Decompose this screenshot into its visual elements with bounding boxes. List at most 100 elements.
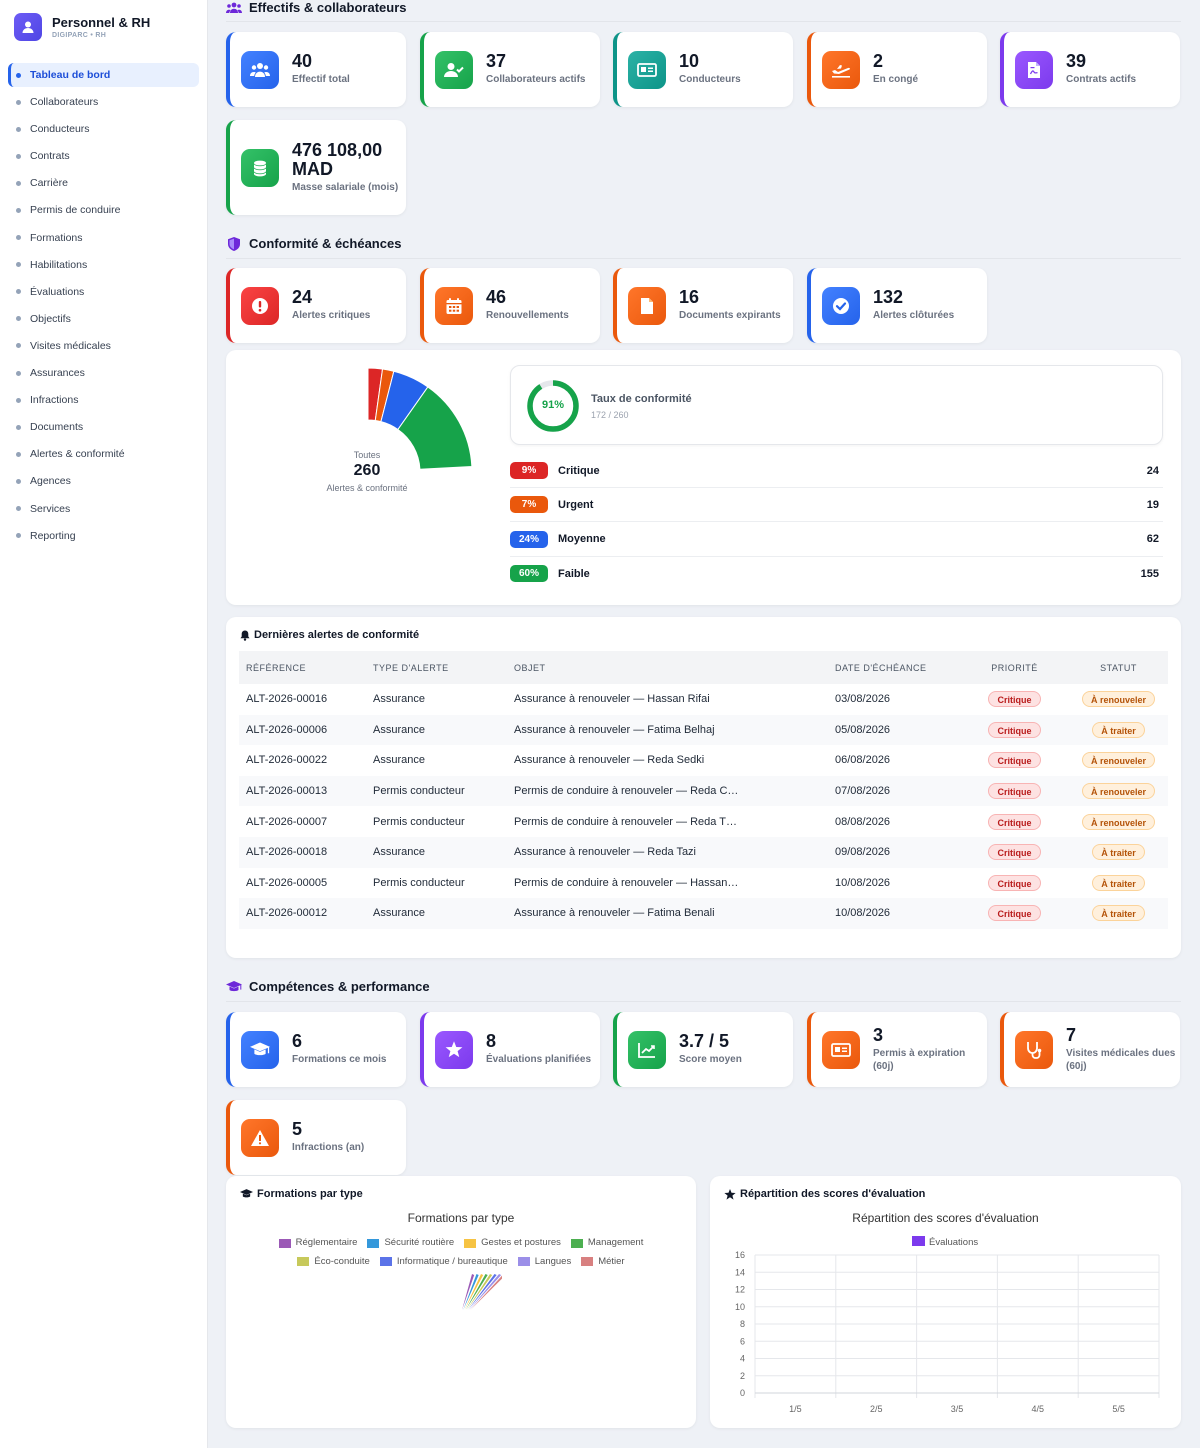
sidebar-item-objectifs[interactable]: Objectifs [8,307,199,331]
priority-badge: Critique [988,783,1041,800]
legend-label: Gestes et postures [481,1237,561,1248]
kpi-card[interactable]: 39 Contrats actifs [1000,32,1180,107]
x-tick-label: 4/5 [1032,1404,1045,1414]
column-header[interactable]: DATE D'ÉCHÉANCE [828,651,960,684]
kpi-value: 37 [486,51,507,72]
legend-item[interactable]: Gestes et postures [464,1234,561,1252]
kpi-card[interactable]: 46 Renouvellements [420,268,600,343]
legend-item[interactable]: Réglementaire [278,1234,358,1252]
compliance-rate-card: 91% Taux de conformité 172 / 260 [510,365,1163,445]
sidebar-item-alertes-conformite[interactable]: Alertes & conformité [8,442,199,466]
sidebar-item-label: Contrats [30,150,70,163]
sidebar-item-carriere[interactable]: Carrière [8,171,199,195]
cell-reference: ALT-2026-00005 [246,876,328,889]
sidebar-item-label: Carrière [30,177,68,190]
cell-object: Assurance à renouveler — Fatima Benali [514,907,715,920]
column-header[interactable]: STATUT [1062,651,1168,684]
table-row[interactable]: ALT-2026-00006 Assurance Assurance à renou… [239,714,1168,746]
sidebar-item-label: Services [30,502,71,515]
kpi-card[interactable]: 37 Collaborateurs actifs [420,32,600,107]
kpi-label: Évaluations planifiées [486,1054,592,1066]
kpi-value: 39 [1066,51,1087,72]
table-row[interactable]: ALT-2026-00007 Permis conducteur Permis de… [239,806,1168,837]
brand[interactable]: Personnel & RH DIGIPARC • RH [0,0,207,54]
y-tick-label: 4 [740,1354,745,1364]
scores-chart-title: Répartition des scores d'évaluation [852,1211,1039,1225]
kpi-card[interactable]: 10 Conducteurs [613,32,793,107]
cell-object: Permis de conduire à renouveler — Hassan… [514,876,739,889]
section-title-text: Compétences & performance [249,979,430,994]
legend-item[interactable]: Langues [517,1253,572,1271]
legend-item[interactable]: Éco-conduite [297,1253,370,1271]
kpi-card[interactable]: 8 Évaluations planifiées [420,1012,600,1087]
sidebar-item-services[interactable]: Services [8,497,199,521]
sidebar-item-agences[interactable]: Agences [8,469,199,493]
kpi-label: Documents expirants [679,310,781,322]
table-row[interactable]: ALT-2026-00018 Assurance Assurance à renou… [239,836,1168,868]
sidebar-item-permis-de-conduire[interactable]: Permis de conduire [8,198,199,222]
cell-object: Assurance à renouveler — Reda Sedki [514,754,705,767]
kpi-label: En congé [873,74,919,86]
sidebar-item-assurances[interactable]: Assurances [8,361,199,385]
compliance-rate-value: 91% [541,399,565,411]
kpi-card[interactable]: 40 Effectif total [226,32,406,107]
sidebar-item-tableau-de-bord[interactable]: Tableau de bord [8,63,199,87]
priority-name: Critique [558,464,600,477]
legend-item[interactable]: Métier [581,1253,625,1271]
sidebar-item-evaluations[interactable]: Évaluations [8,280,199,304]
column-header[interactable]: RÉFÉRENCE [239,651,366,684]
status-badge: À traiter [1092,844,1145,861]
sidebar-item-collaborateurs[interactable]: Collaborateurs [8,90,199,114]
cell-reference: ALT-2026-00006 [246,723,328,736]
legend-item[interactable]: Informatique / bureautique [379,1253,508,1271]
legend-label: Réglementaire [295,1237,358,1248]
sidebar-item-reporting[interactable]: Reporting [8,524,199,548]
legend-label: Évaluations [929,1237,978,1248]
kpi-card[interactable]: 3.7 / 5 Score moyen [613,1012,793,1087]
cell-priority: Critique [960,684,1062,715]
sidebar-item-label: Formations [30,231,83,244]
kpi-card[interactable]: 476 108,00 MAD Masse salariale (mois) [226,120,406,215]
table-row[interactable]: ALT-2026-00012 Assurance Assurance à renou… [239,898,1168,929]
column-header[interactable]: OBJET [507,651,828,684]
sidebar-item-infractions[interactable]: Infractions [8,388,199,412]
sidebar-item-documents[interactable]: Documents [8,415,199,439]
check-circle-icon [822,286,860,325]
kpi-card[interactable]: 5 Infractions (an) [226,1100,406,1175]
cell-priority: Critique [960,837,1062,868]
kpi-card[interactable]: 7 Visites médicales dues (60j) [1000,1012,1180,1087]
kpi-card[interactable]: 132 Alertes clôturées [807,268,987,343]
kpi-card[interactable]: 2 En congé [807,32,987,107]
kpi-card[interactable]: 24 Alertes critiques [226,268,406,343]
sidebar-item-visites-medicales[interactable]: Visites médicales [8,334,199,358]
sidebar-item-formations[interactable]: Formations [8,226,199,250]
kpi-card[interactable]: 16 Documents expirants [613,268,793,343]
table-row[interactable]: ALT-2026-00013 Permis conducteur Permis de… [239,775,1168,807]
legend-label: Sécurité routière [384,1237,455,1248]
table-row[interactable]: ALT-2026-00022 Assurance Assurance à renou… [239,745,1168,776]
sidebar-item-contrats[interactable]: Contrats [8,144,199,168]
cell-reference: ALT-2026-00013 [246,785,328,798]
table-row[interactable]: ALT-2026-00005 Permis conducteur Permis de… [239,868,1168,899]
table-row[interactable]: ALT-2026-00016 Assurance Assurance à renou… [239,684,1168,715]
cell-priority: Critique [960,898,1062,929]
sidebar: Personnel & RH DIGIPARC • RH Tableau de … [0,0,208,1448]
kpi-card[interactable]: 6 Formations ce mois [226,1012,406,1087]
divider [226,258,1181,259]
cell-object: Permis de conduire à renouveler — Reda C… [514,785,739,798]
legend-label: Langues [534,1255,572,1267]
sidebar-item-conducteurs[interactable]: Conducteurs [8,117,199,141]
column-header[interactable]: PRIORITÉ [960,651,1062,684]
bullet-icon [16,397,21,403]
bullet-icon [16,235,21,241]
kpi-value: 24 [292,287,313,308]
legend-item[interactable]: Sécurité routière [367,1234,454,1252]
column-header[interactable]: TYPE D'ALERTE [366,651,507,684]
sidebar-item-label: Évaluations [30,285,85,298]
cell-date: 07/08/2026 [835,785,891,798]
y-tick-label: 12 [735,1285,745,1295]
sidebar-item-habilitations[interactable]: Habilitations [8,253,199,277]
alerts-table-title: Dernières alertes de conformité [240,629,419,641]
kpi-card[interactable]: 3 Permis à expiration (60j) [807,1012,987,1087]
legend-item[interactable]: Management [570,1234,643,1252]
